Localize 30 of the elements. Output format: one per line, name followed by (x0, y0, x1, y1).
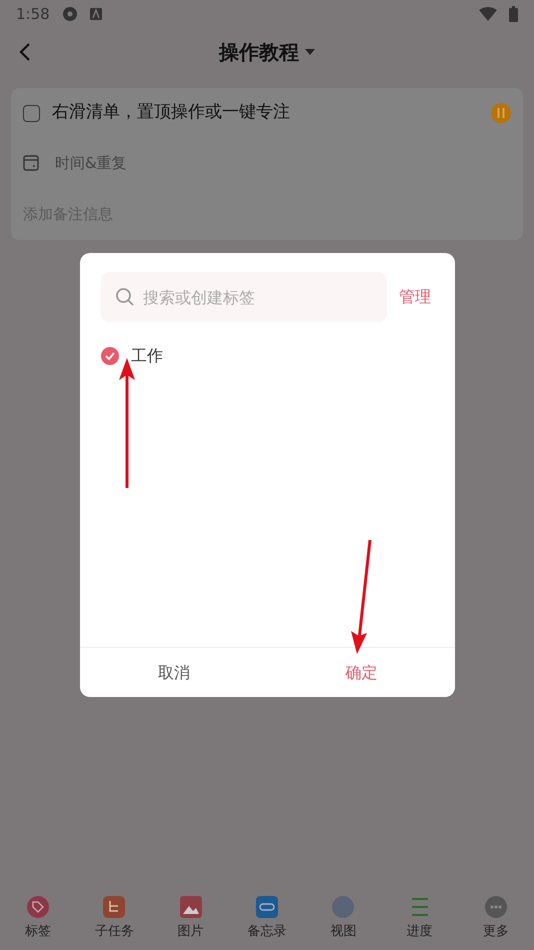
back-icon[interactable] (18, 42, 32, 62)
list-title[interactable]: 操作教程 (219, 37, 299, 67)
tag-label[interactable]: 工作 (131, 344, 163, 368)
time-repeat-label[interactable]: 时间&重复 (55, 152, 127, 174)
calendar-icon[interactable] (23, 155, 39, 171)
tag-icon[interactable] (27, 896, 50, 918)
search-icon (115, 287, 135, 307)
dropdown-caret-icon[interactable] (305, 49, 315, 55)
battery-icon (509, 6, 518, 22)
task-title: 右滑清单，置顶操作或一键专注 (52, 101, 291, 124)
wifi-icon (479, 7, 497, 21)
toolbar-label[interactable]: 备忘录 (247, 922, 286, 942)
toolbar-label[interactable]: 更多 (482, 922, 509, 942)
font-icon (90, 8, 102, 20)
toolbar-label[interactable]: 进度 (406, 922, 433, 942)
more-icon[interactable] (484, 896, 507, 918)
toolbar-label[interactable]: 视图 (330, 922, 356, 942)
cancel-button[interactable]: 取消 (80, 648, 268, 697)
search-field[interactable]: 搜索或创建标签 (101, 272, 387, 322)
link-icon[interactable] (256, 896, 278, 918)
toolbar-label[interactable]: 图片 (178, 922, 204, 942)
toolbar-label[interactable]: 子任务 (94, 922, 134, 942)
subtask-icon[interactable] (103, 896, 126, 918)
toolbar-label[interactable]: 标签 (25, 922, 52, 942)
checkbox[interactable] (101, 347, 119, 365)
checkbox[interactable] (23, 104, 40, 122)
manage-button[interactable]: 管理 (399, 285, 431, 309)
status-time: 1:58 (16, 4, 50, 25)
image-icon[interactable] (180, 896, 202, 918)
confirm-button[interactable]: 确定 (268, 648, 455, 697)
